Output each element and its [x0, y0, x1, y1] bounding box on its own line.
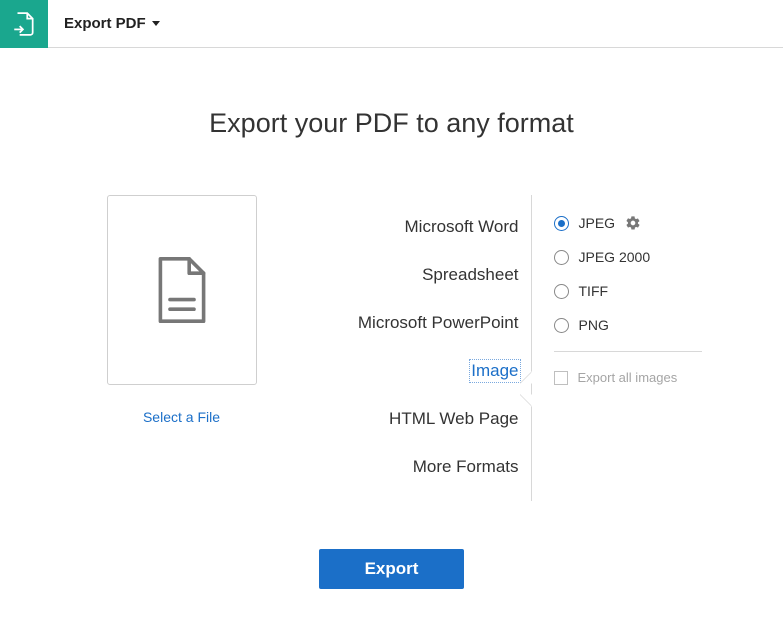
format-option-html[interactable]: HTML Web Page	[389, 409, 518, 429]
radio-option-jpeg[interactable]: JPEG	[554, 215, 702, 231]
toolbar-title-dropdown[interactable]: Export PDF	[48, 15, 160, 32]
radio-label: JPEG	[579, 215, 616, 231]
page-title: Export your PDF to any format	[0, 108, 783, 139]
export-all-images-checkbox[interactable]: Export all images	[554, 370, 702, 385]
radio-option-tiff[interactable]: TIFF	[554, 283, 702, 299]
radio-label: TIFF	[579, 283, 609, 299]
export-button[interactable]: Export	[319, 549, 465, 589]
format-option-powerpoint[interactable]: Microsoft PowerPoint	[358, 313, 519, 333]
image-options-column: JPEG JPEG 2000 TIFF PNG	[532, 195, 702, 385]
radio-icon	[554, 318, 569, 333]
checkbox-icon	[554, 371, 568, 385]
toolbar-title-text: Export PDF	[64, 15, 146, 32]
options-divider	[554, 351, 702, 352]
export-row: Export	[0, 549, 783, 589]
file-dropzone[interactable]	[107, 195, 257, 385]
format-option-word[interactable]: Microsoft Word	[405, 217, 519, 237]
toolbar: Export PDF	[0, 0, 783, 48]
radio-option-png[interactable]: PNG	[554, 317, 702, 333]
radio-icon	[554, 216, 569, 231]
radio-icon	[554, 250, 569, 265]
settings-gear-icon[interactable]	[625, 215, 641, 231]
checkbox-label: Export all images	[578, 370, 678, 385]
content-row: Select a File Microsoft Word Spreadsheet…	[0, 195, 783, 501]
main-panel: Export your PDF to any format Select a F…	[0, 48, 783, 589]
formats-column: Microsoft Word Spreadsheet Microsoft Pow…	[322, 195, 532, 501]
gear-icon	[625, 215, 641, 231]
radio-icon	[554, 284, 569, 299]
select-file-link[interactable]: Select a File	[143, 409, 220, 425]
document-export-icon	[11, 11, 37, 37]
radio-label: JPEG 2000	[579, 249, 651, 265]
export-pdf-app-icon	[0, 0, 48, 48]
format-option-spreadsheet[interactable]: Spreadsheet	[422, 265, 518, 285]
radio-label: PNG	[579, 317, 609, 333]
file-column: Select a File	[82, 195, 282, 425]
caret-down-icon	[152, 21, 160, 26]
format-option-more[interactable]: More Formats	[413, 457, 519, 477]
radio-option-jpeg2000[interactable]: JPEG 2000	[554, 249, 702, 265]
format-option-image[interactable]: Image	[471, 361, 518, 381]
document-icon	[152, 254, 212, 326]
